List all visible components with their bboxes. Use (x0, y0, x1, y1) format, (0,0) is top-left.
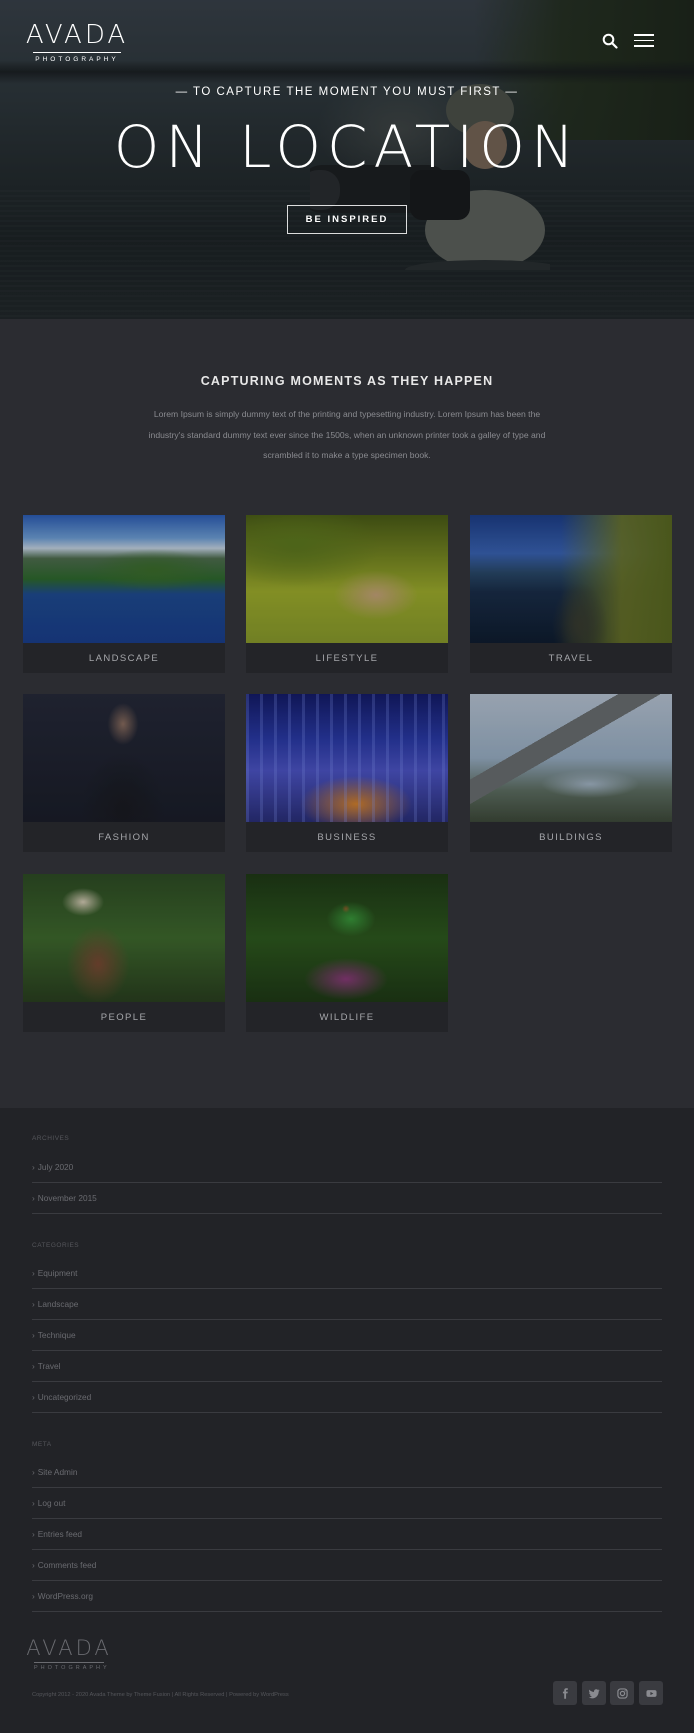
logo[interactable]: AVADA PHOTOGRAPHY (26, 22, 125, 63)
meta-list: Site Admin Log out Entries feed Comments… (32, 1457, 662, 1612)
category-link[interactable]: Equipment (32, 1258, 662, 1289)
category-card-landscape[interactable]: LANDSCAPE (23, 515, 225, 673)
category-label[interactable]: WILDLIFE (246, 1002, 448, 1032)
category-card-fashion[interactable]: FASHION (23, 694, 225, 852)
hamburger-menu-icon[interactable] (634, 34, 654, 48)
category-image-lifestyle[interactable] (246, 515, 448, 643)
archives-list: July 2020 November 2015 (32, 1152, 662, 1214)
meta-link[interactable]: Log out (32, 1488, 662, 1519)
category-link[interactable]: Landscape (32, 1289, 662, 1320)
meta-widget-title: META (32, 1441, 52, 1448)
category-link[interactable]: Uncategorized (32, 1382, 662, 1413)
category-card-business[interactable]: BUSINESS (246, 694, 448, 852)
category-label[interactable]: LANDSCAPE (23, 643, 225, 673)
category-image-landscape[interactable] (23, 515, 225, 643)
youtube-icon[interactable] (639, 1681, 663, 1705)
category-image-wildlife[interactable] (246, 874, 448, 1002)
instagram-icon[interactable] (610, 1681, 634, 1705)
category-card-travel[interactable]: TRAVEL (470, 515, 672, 673)
category-label[interactable]: TRAVEL (470, 643, 672, 673)
search-icon[interactable] (602, 33, 618, 49)
archives-widget-title: ARCHIVES (32, 1135, 70, 1142)
archive-link[interactable]: November 2015 (32, 1183, 662, 1214)
be-inspired-button[interactable]: BE INSPIRED (287, 205, 407, 234)
meta-link[interactable]: Site Admin (32, 1457, 662, 1488)
logo-wordmark: AVADA (25, 20, 129, 50)
meta-link[interactable]: Comments feed (32, 1550, 662, 1581)
footer: ARCHIVES July 2020 November 2015 CATEGOR… (0, 1108, 694, 1733)
footer-logo-wordmark: AVADA (26, 1636, 112, 1660)
archive-link[interactable]: July 2020 (32, 1152, 662, 1183)
categories-widget-title: CATEGORIES (32, 1242, 80, 1249)
category-card-people[interactable]: PEOPLE (23, 874, 225, 1032)
hero-section: AVADA PHOTOGRAPHY — TO CAPTURE THE MOMEN… (0, 0, 694, 319)
hero-tagline: — TO CAPTURE THE MOMENT YOU MUST FIRST — (175, 86, 519, 98)
category-label[interactable]: BUSINESS (246, 822, 448, 852)
category-label[interactable]: PEOPLE (23, 1002, 225, 1032)
section-title: CAPTURING MOMENTS AS THEY HAPPEN (200, 374, 494, 388)
meta-link[interactable]: WordPress.org (32, 1581, 662, 1612)
category-label[interactable]: BUILDINGS (470, 822, 672, 852)
category-card-buildings[interactable]: BUILDINGS (470, 694, 672, 852)
category-link[interactable]: Travel (32, 1351, 662, 1382)
footer-logo[interactable]: AVADA PHOTOGRAPHY (26, 1638, 109, 1672)
category-image-fashion[interactable] (23, 694, 225, 822)
category-image-people[interactable] (23, 874, 225, 1002)
meta-link[interactable]: Entries feed (32, 1519, 662, 1550)
main-section: CAPTURING MOMENTS AS THEY HAPPEN Lorem I… (0, 319, 694, 1108)
page: AVADA PHOTOGRAPHY — TO CAPTURE THE MOMEN… (0, 0, 694, 1733)
category-card-wildlife[interactable]: WILDLIFE (246, 874, 448, 1032)
facebook-icon[interactable] (553, 1681, 577, 1705)
copyright-text: Copyright 2012 - 2020 Avada Theme by The… (32, 1692, 289, 1698)
category-image-travel[interactable] (470, 515, 672, 643)
categories-list: Equipment Landscape Technique Travel Unc… (32, 1258, 662, 1413)
category-image-buildings[interactable] (470, 694, 672, 822)
footer-logo-subtitle: PHOTOGRAPHY (34, 1662, 107, 1671)
intro-text: Lorem Ipsum is simply dummy text of the … (148, 409, 546, 460)
hero-title: ON LOCATION (113, 113, 581, 181)
category-label[interactable]: LIFESTYLE (246, 643, 448, 673)
category-label[interactable]: FASHION (23, 822, 225, 852)
twitter-icon[interactable] (582, 1681, 606, 1705)
category-image-business[interactable] (246, 694, 448, 822)
category-card-lifestyle[interactable]: LIFESTYLE (246, 515, 448, 673)
logo-subtitle: PHOTOGRAPHY (33, 52, 121, 63)
category-link[interactable]: Technique (32, 1320, 662, 1351)
